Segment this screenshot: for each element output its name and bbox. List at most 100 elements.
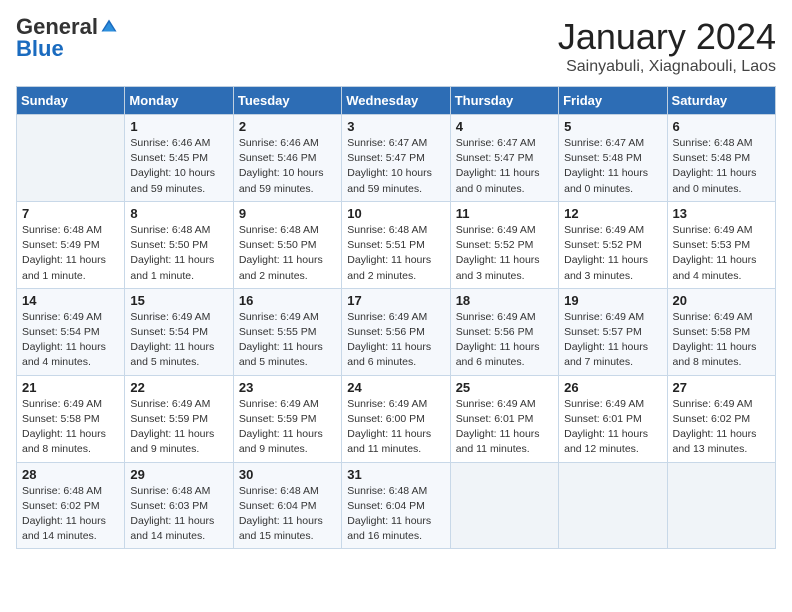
day-number: 19 [564,293,661,308]
day-number: 4 [456,119,553,134]
day-number: 11 [456,206,553,221]
day-info: Sunrise: 6:49 AM Sunset: 6:00 PM Dayligh… [347,397,444,458]
day-number: 8 [130,206,227,221]
calendar-cell: 27Sunrise: 6:49 AM Sunset: 6:02 PM Dayli… [667,375,775,462]
day-info: Sunrise: 6:49 AM Sunset: 5:56 PM Dayligh… [456,310,553,371]
day-of-week-header: Sunday [17,87,125,115]
calendar-cell: 4 Sunrise: 6:47 AM Sunset: 5:47 PM Daylig… [450,115,558,202]
day-number: 22 [130,380,227,395]
day-number: 25 [456,380,553,395]
day-number: 21 [22,380,119,395]
calendar-cell [667,462,775,549]
day-info: Sunrise: 6:49 AM Sunset: 5:55 PM Dayligh… [239,310,336,371]
day-info: Sunrise: 6:48 AM Sunset: 6:04 PM Dayligh… [347,484,444,545]
day-number: 31 [347,467,444,482]
day-number: 1 [130,119,227,134]
day-of-week-header: Wednesday [342,87,450,115]
calendar-cell: 24Sunrise: 6:49 AM Sunset: 6:00 PM Dayli… [342,375,450,462]
day-number: 12 [564,206,661,221]
day-number: 7 [22,206,119,221]
day-number: 9 [239,206,336,221]
day-number: 28 [22,467,119,482]
day-info: Sunrise: 6:49 AM Sunset: 5:59 PM Dayligh… [130,397,227,458]
day-number: 26 [564,380,661,395]
day-info: Sunrise: 6:48 AM Sunset: 6:02 PM Dayligh… [22,484,119,545]
day-info: Sunrise: 6:49 AM Sunset: 5:52 PM Dayligh… [456,223,553,284]
calendar-cell: 15 Sunrise: 6:49 AM Sunset: 5:54 PM Dayli… [125,288,233,375]
day-info: Sunrise: 6:48 AM Sunset: 6:04 PM Dayligh… [239,484,336,545]
day-of-week-header: Thursday [450,87,558,115]
day-number: 29 [130,467,227,482]
calendar-cell: 2 Sunrise: 6:46 AM Sunset: 5:46 PM Daylig… [233,115,341,202]
calendar-header-row: SundayMondayTuesdayWednesdayThursdayFrid… [17,87,776,115]
calendar-cell: 22 Sunrise: 6:49 AM Sunset: 5:59 PM Dayli… [125,375,233,462]
day-number: 30 [239,467,336,482]
calendar-cell: 20 Sunrise: 6:49 AM Sunset: 5:58 PM Dayli… [667,288,775,375]
day-number: 15 [130,293,227,308]
day-info: Sunrise: 6:49 AM Sunset: 5:58 PM Dayligh… [673,310,770,371]
day-number: 2 [239,119,336,134]
calendar-cell [559,462,667,549]
calendar-cell: 16 Sunrise: 6:49 AM Sunset: 5:55 PM Dayli… [233,288,341,375]
calendar-cell: 14 Sunrise: 6:49 AM Sunset: 5:54 PM Dayli… [17,288,125,375]
day-info: Sunrise: 6:49 AM Sunset: 6:01 PM Dayligh… [564,397,661,458]
calendar-table: SundayMondayTuesdayWednesdayThursdayFrid… [16,86,776,549]
day-info: Sunrise: 6:49 AM Sunset: 5:58 PM Dayligh… [22,397,119,458]
calendar-cell: 5 Sunrise: 6:47 AM Sunset: 5:48 PM Daylig… [559,115,667,202]
day-info: Sunrise: 6:48 AM Sunset: 5:49 PM Dayligh… [22,223,119,284]
day-number: 3 [347,119,444,134]
day-info: Sunrise: 6:46 AM Sunset: 5:46 PM Dayligh… [239,136,336,197]
day-info: Sunrise: 6:48 AM Sunset: 5:51 PM Dayligh… [347,223,444,284]
day-number: 16 [239,293,336,308]
day-info: Sunrise: 6:46 AM Sunset: 5:45 PM Dayligh… [130,136,227,197]
day-of-week-header: Friday [559,87,667,115]
day-number: 10 [347,206,444,221]
day-info: Sunrise: 6:49 AM Sunset: 6:01 PM Dayligh… [456,397,553,458]
calendar-cell: 3Sunrise: 6:47 AM Sunset: 5:47 PM Daylig… [342,115,450,202]
title-section: January 2024 Sainyabuli, Xiagnabouli, La… [558,16,776,76]
day-info: Sunrise: 6:49 AM Sunset: 5:53 PM Dayligh… [673,223,770,284]
day-info: Sunrise: 6:47 AM Sunset: 5:48 PM Dayligh… [564,136,661,197]
day-info: Sunrise: 6:49 AM Sunset: 5:54 PM Dayligh… [22,310,119,371]
page-header: General Blue January 2024 Sainyabuli, Xi… [16,16,776,76]
logo-icon [100,18,118,36]
calendar-cell: 29 Sunrise: 6:48 AM Sunset: 6:03 PM Dayli… [125,462,233,549]
calendar-cell: 11 Sunrise: 6:49 AM Sunset: 5:52 PM Dayli… [450,201,558,288]
day-info: Sunrise: 6:49 AM Sunset: 5:54 PM Dayligh… [130,310,227,371]
day-info: Sunrise: 6:48 AM Sunset: 6:03 PM Dayligh… [130,484,227,545]
calendar-week-row: 7 Sunrise: 6:48 AM Sunset: 5:49 PM Daylig… [17,201,776,288]
calendar-cell: 28 Sunrise: 6:48 AM Sunset: 6:02 PM Dayli… [17,462,125,549]
day-info: Sunrise: 6:49 AM Sunset: 5:57 PM Dayligh… [564,310,661,371]
calendar-cell: 19 Sunrise: 6:49 AM Sunset: 5:57 PM Dayli… [559,288,667,375]
calendar-cell: 10 Sunrise: 6:48 AM Sunset: 5:51 PM Dayli… [342,201,450,288]
calendar-cell [450,462,558,549]
day-info: Sunrise: 6:49 AM Sunset: 5:59 PM Dayligh… [239,397,336,458]
day-info: Sunrise: 6:48 AM Sunset: 5:48 PM Dayligh… [673,136,770,197]
calendar-cell: 18 Sunrise: 6:49 AM Sunset: 5:56 PM Dayli… [450,288,558,375]
calendar-week-row: 28 Sunrise: 6:48 AM Sunset: 6:02 PM Dayli… [17,462,776,549]
calendar-cell: 23Sunrise: 6:49 AM Sunset: 5:59 PM Dayli… [233,375,341,462]
day-info: Sunrise: 6:47 AM Sunset: 5:47 PM Dayligh… [456,136,553,197]
day-number: 14 [22,293,119,308]
day-number: 20 [673,293,770,308]
logo-general: General [16,16,98,38]
page-title: January 2024 [558,16,776,58]
day-number: 18 [456,293,553,308]
day-info: Sunrise: 6:48 AM Sunset: 5:50 PM Dayligh… [239,223,336,284]
day-info: Sunrise: 6:48 AM Sunset: 5:50 PM Dayligh… [130,223,227,284]
calendar-cell: 9 Sunrise: 6:48 AM Sunset: 5:50 PM Daylig… [233,201,341,288]
calendar-cell: 6Sunrise: 6:48 AM Sunset: 5:48 PM Daylig… [667,115,775,202]
day-of-week-header: Tuesday [233,87,341,115]
calendar-cell: 12Sunrise: 6:49 AM Sunset: 5:52 PM Dayli… [559,201,667,288]
calendar-cell: 30 Sunrise: 6:48 AM Sunset: 6:04 PM Dayli… [233,462,341,549]
calendar-cell: 17Sunrise: 6:49 AM Sunset: 5:56 PM Dayli… [342,288,450,375]
calendar-week-row: 1 Sunrise: 6:46 AM Sunset: 5:45 PM Daylig… [17,115,776,202]
calendar-cell: 31 Sunrise: 6:48 AM Sunset: 6:04 PM Dayli… [342,462,450,549]
calendar-week-row: 14 Sunrise: 6:49 AM Sunset: 5:54 PM Dayli… [17,288,776,375]
page-subtitle: Sainyabuli, Xiagnabouli, Laos [558,58,776,76]
day-number: 5 [564,119,661,134]
calendar-week-row: 21 Sunrise: 6:49 AM Sunset: 5:58 PM Dayli… [17,375,776,462]
day-number: 27 [673,380,770,395]
calendar-cell: 21 Sunrise: 6:49 AM Sunset: 5:58 PM Dayli… [17,375,125,462]
calendar-cell [17,115,125,202]
